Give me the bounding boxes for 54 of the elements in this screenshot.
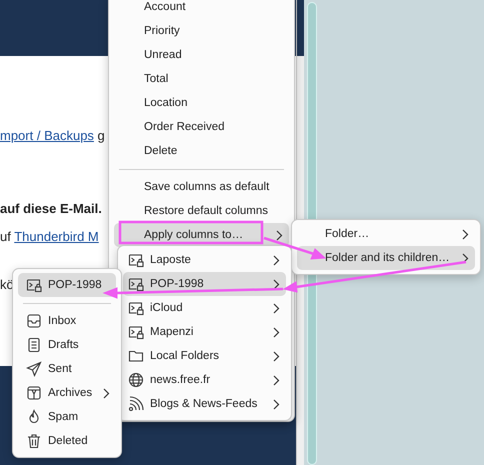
chevron-icon: [273, 398, 280, 410]
menu-item[interactable]: Order Received: [114, 115, 289, 139]
menu-item[interactable]: Folder…: [297, 222, 475, 246]
trash-icon: [26, 433, 42, 449]
menu-item[interactable]: POP-1998: [18, 273, 116, 297]
menu-item[interactable]: Spam: [18, 405, 116, 429]
folder-icon: [128, 348, 144, 364]
mail-account-icon: [26, 277, 42, 293]
menu-item[interactable]: Restore default columns: [114, 199, 289, 223]
feed-icon: [128, 396, 144, 412]
menu-item[interactable]: Mapenzi: [123, 320, 286, 344]
menu-item[interactable]: news.free.fr: [123, 368, 286, 392]
menu-item[interactable]: Total: [114, 67, 289, 91]
menu-item[interactable]: iCloud: [123, 296, 286, 320]
menu-item[interactable]: Laposte: [123, 248, 286, 272]
menu-item[interactable]: Folder and its children…: [297, 246, 475, 270]
body-text: g: [96, 128, 105, 143]
mail-account-icon: [128, 252, 144, 268]
menu-item[interactable]: Inbox: [18, 309, 116, 333]
chevron-icon: [273, 278, 280, 290]
chevron-icon: [103, 388, 110, 398]
menu-item[interactable]: Sent: [18, 357, 116, 381]
body-text: uf: [0, 229, 12, 244]
chevron-icon: [273, 374, 280, 386]
mail-account-icon: [128, 300, 144, 316]
chevron-icon: [462, 228, 469, 240]
menu-item[interactable]: Drafts: [18, 333, 116, 357]
mail-account-icon: [128, 324, 144, 340]
menu-item[interactable]: Archives: [18, 381, 116, 405]
globe-icon: [128, 372, 144, 388]
menu-item[interactable]: Unread: [114, 43, 289, 67]
menu-item[interactable]: Account: [114, 0, 289, 19]
link[interactable]: mport / Backups: [0, 128, 94, 143]
chevron-icon: [273, 254, 280, 266]
chevron-icon: [273, 350, 280, 362]
chevron-icon: [462, 252, 469, 264]
mail-account-icon: [128, 276, 144, 292]
menu-item[interactable]: Save columns as default: [114, 175, 289, 199]
chevron-icon: [276, 230, 283, 240]
menu-item[interactable]: Deleted: [18, 429, 116, 453]
menu-item[interactable]: POP-1998: [123, 272, 286, 296]
menu-item[interactable]: Local Folders: [123, 344, 286, 368]
chevron-icon: [273, 326, 280, 338]
chevron-icon: [273, 302, 280, 314]
menu-item[interactable]: Blogs & News-Feeds: [123, 392, 286, 416]
body-text: auf diese E-Mail.: [0, 201, 102, 216]
menu-item[interactable]: Delete: [114, 139, 289, 163]
menu-item[interactable]: Priority: [114, 19, 289, 43]
archive-icon: [26, 385, 42, 401]
link[interactable]: Thunderbird M: [14, 229, 99, 244]
drafts-icon: [26, 337, 42, 353]
menu-item[interactable]: Location: [114, 91, 289, 115]
inbox-icon: [26, 313, 42, 329]
sent-icon: [26, 361, 42, 377]
